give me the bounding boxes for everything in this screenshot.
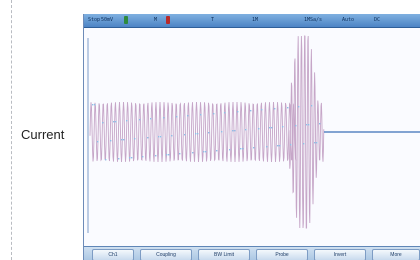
trace-sample-dot — [105, 159, 107, 161]
trace-sample-dot — [123, 139, 125, 141]
trace-sample-dot — [195, 133, 197, 135]
trace-sample-dot — [237, 111, 239, 113]
trace-sample-dot — [245, 129, 247, 131]
trace-sample-dot — [97, 141, 99, 143]
trace-sample-dot — [155, 155, 157, 157]
trace-sample-dot — [134, 138, 136, 140]
trace-sample-dot — [158, 136, 160, 138]
trace-sample-dot — [224, 112, 226, 114]
trace-sample-dot — [282, 126, 284, 128]
status-coupling: DC — [374, 17, 381, 23]
status-memory: M — [154, 17, 158, 23]
trace-sample-dot — [308, 124, 310, 126]
softkey-bar: Ch1 Coupling BW Limit Probe Invert More — [84, 246, 420, 260]
softkey-invert[interactable]: Invert — [314, 249, 366, 260]
trace-sample-dot — [261, 109, 263, 111]
trace-sample-dot — [277, 145, 279, 147]
trace-sample-dot — [139, 119, 141, 121]
trace-sample-dot — [258, 128, 260, 130]
waveform-plot — [84, 28, 420, 246]
trace-sample-dot — [129, 157, 131, 159]
trace-sample-dot — [234, 130, 236, 132]
trace-sample-dot — [142, 156, 144, 158]
trace-sample-dot — [232, 130, 234, 132]
trace-sample-dot — [314, 142, 316, 144]
trace-sample-dot — [274, 108, 276, 110]
waveform-graph — [87, 35, 420, 233]
trace-sample-dot — [311, 105, 313, 107]
trace-sample-dot — [242, 148, 244, 150]
softkey-more[interactable]: More — [372, 249, 420, 260]
dashed-guide-line — [11, 0, 12, 260]
trace-sample-dot — [94, 104, 96, 106]
status-acq-mode: Auto — [342, 17, 355, 23]
trace-sample-dot — [179, 153, 181, 155]
trace-sample-dot — [184, 134, 186, 136]
trace-sample-dot — [118, 158, 120, 160]
status-run-state: Stop — [88, 17, 101, 23]
trace-sample-dot — [113, 121, 115, 123]
trace-sample-dot — [303, 143, 305, 145]
trace-sample-dot — [121, 139, 123, 141]
trace-sample-dot — [279, 145, 281, 147]
trace-sample-dot — [216, 150, 218, 152]
softkey-ch1[interactable]: Ch1 — [92, 249, 134, 260]
trace-sample-dot — [115, 121, 117, 123]
status-sample-rate: 1MSa/s — [304, 17, 323, 23]
trace-sample-dot — [266, 146, 268, 148]
trace-sample-dot — [102, 122, 104, 124]
trace-sample-dot — [147, 137, 149, 139]
trace-sample-dot — [150, 118, 152, 120]
trace-sample-dot — [306, 124, 308, 126]
trace-sample-dot — [163, 117, 165, 119]
trace-sample-dot — [197, 133, 199, 135]
status-trigger: T — [211, 17, 215, 23]
trace-sample-dot — [166, 154, 168, 156]
trace-sample-dot — [290, 144, 292, 146]
trace-sample-dot — [126, 120, 128, 122]
trace-sample-dot — [319, 123, 321, 125]
trace-sample-dot — [208, 132, 210, 134]
status-volts-div: 50mV — [101, 17, 114, 23]
trace-sample-dot — [316, 142, 318, 144]
trace-sample-dot — [168, 154, 170, 156]
trace-sample-dot — [287, 107, 289, 109]
trace-sample-dot — [250, 110, 252, 112]
status-time-div: 1M — [252, 17, 259, 23]
trace-sample-dot — [205, 151, 207, 153]
channel-label: Current — [21, 127, 65, 142]
trace-sample-dot — [298, 106, 300, 108]
trace-sample-dot — [295, 125, 297, 127]
trace-sample-dot — [229, 149, 231, 151]
trace-sample-dot — [160, 136, 162, 138]
trace-sample-dot — [171, 135, 173, 137]
trace-sample-dot — [200, 114, 202, 116]
trace-burst — [288, 35, 325, 229]
trace-sample-dot — [253, 147, 255, 149]
trace-sample-dot — [271, 127, 273, 129]
trace-sample-dot — [213, 113, 215, 115]
trace-sample-dot — [176, 116, 178, 118]
softkey-bw-limit[interactable]: BW Limit — [198, 249, 250, 260]
channel-indicator-icon — [124, 16, 128, 24]
trace-sample-dot — [187, 115, 189, 117]
trace-sample-dot — [221, 131, 223, 133]
trace-sample-dot — [131, 157, 133, 159]
trigger-indicator-icon — [166, 16, 170, 24]
oscilloscope-screen: Stop 50mV M T 1M 1MSa/s Auto DC Ch1 Coup… — [83, 14, 420, 260]
trace-sample-dot — [110, 140, 112, 142]
trace-sample-dot — [240, 148, 242, 150]
trace-sample-dot — [269, 127, 271, 129]
trace-sample-dot — [192, 152, 194, 154]
status-bar: Stop 50mV M T 1M 1MSa/s Auto DC — [84, 14, 420, 28]
trace-sample-dot — [92, 104, 94, 106]
softkey-coupling[interactable]: Coupling — [140, 249, 192, 260]
trace-sample-dot — [203, 151, 205, 153]
softkey-probe[interactable]: Probe — [256, 249, 308, 260]
